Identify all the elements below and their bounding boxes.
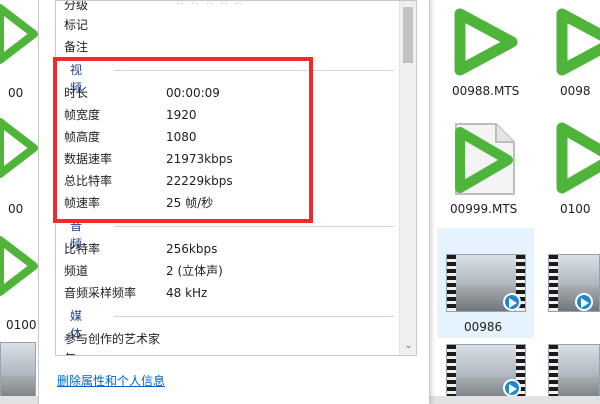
scroll-down-arrow-icon[interactable]: ⌄ bbox=[400, 338, 416, 355]
rating-stars-icon[interactable]: ☆☆☆☆☆ bbox=[174, 1, 247, 11]
remove-properties-link[interactable]: 删除属性和个人信息 bbox=[57, 372, 165, 389]
red-highlight-box bbox=[53, 57, 313, 223]
media-badge-icon bbox=[503, 379, 521, 397]
play-icon bbox=[0, 236, 38, 296]
file-label: 00999.MTS bbox=[450, 202, 518, 216]
section-divider bbox=[114, 226, 394, 227]
video-file-icon[interactable] bbox=[0, 236, 38, 296]
property-value: 2 (立体声) bbox=[166, 264, 223, 278]
video-thumbnail[interactable] bbox=[0, 342, 36, 404]
generic-file-icon[interactable] bbox=[446, 118, 522, 198]
scrollbar-thumb[interactable] bbox=[403, 7, 413, 63]
media-badge-icon bbox=[575, 293, 593, 311]
file-label: 0100 bbox=[560, 202, 591, 216]
video-thumbnail[interactable] bbox=[548, 254, 600, 312]
play-icon bbox=[454, 8, 518, 76]
play-icon bbox=[556, 8, 600, 76]
vertical-scrollbar[interactable]: ⌄ bbox=[399, 1, 416, 355]
property-key: 分级 bbox=[64, 0, 89, 12]
video-file-icon[interactable] bbox=[446, 8, 522, 76]
file-label: 00 bbox=[8, 86, 24, 100]
property-key: 备注 bbox=[64, 40, 89, 54]
property-key: 标记 bbox=[64, 18, 89, 32]
section-divider bbox=[114, 316, 394, 317]
property-value: 256kbps bbox=[166, 242, 218, 256]
property-value: 48 kHz bbox=[166, 286, 208, 300]
property-key: 频道 bbox=[64, 264, 89, 278]
play-icon bbox=[556, 122, 600, 194]
file-label: 00 bbox=[8, 202, 24, 216]
video-thumbnail[interactable] bbox=[446, 254, 526, 312]
video-file-icon[interactable] bbox=[548, 8, 600, 76]
video-thumbnail[interactable] bbox=[446, 344, 526, 404]
property-key: 音频采样频率 bbox=[64, 286, 137, 300]
play-icon bbox=[0, 4, 38, 64]
property-key: 年 bbox=[64, 349, 76, 355]
video-thumbnail[interactable] bbox=[548, 344, 600, 404]
video-file-icon[interactable] bbox=[548, 120, 600, 196]
file-label: 0098 bbox=[560, 84, 591, 98]
property-key: 参与创作的艺术家 bbox=[64, 332, 161, 346]
document-icon bbox=[455, 123, 515, 195]
properties-details-panel: 分级 ☆☆☆☆☆ 标记 备注 视频 时长 00:00:09 帧宽度 1920 帧… bbox=[38, 0, 430, 404]
file-label: 00988.MTS bbox=[452, 84, 520, 98]
property-key: 比特率 bbox=[64, 242, 101, 256]
file-label: 00986 bbox=[464, 320, 503, 334]
file-label: 0100 bbox=[6, 318, 37, 332]
media-badge-icon bbox=[503, 293, 521, 311]
play-icon bbox=[0, 118, 38, 178]
video-file-icon[interactable] bbox=[0, 118, 38, 178]
video-file-icon[interactable] bbox=[0, 4, 38, 64]
